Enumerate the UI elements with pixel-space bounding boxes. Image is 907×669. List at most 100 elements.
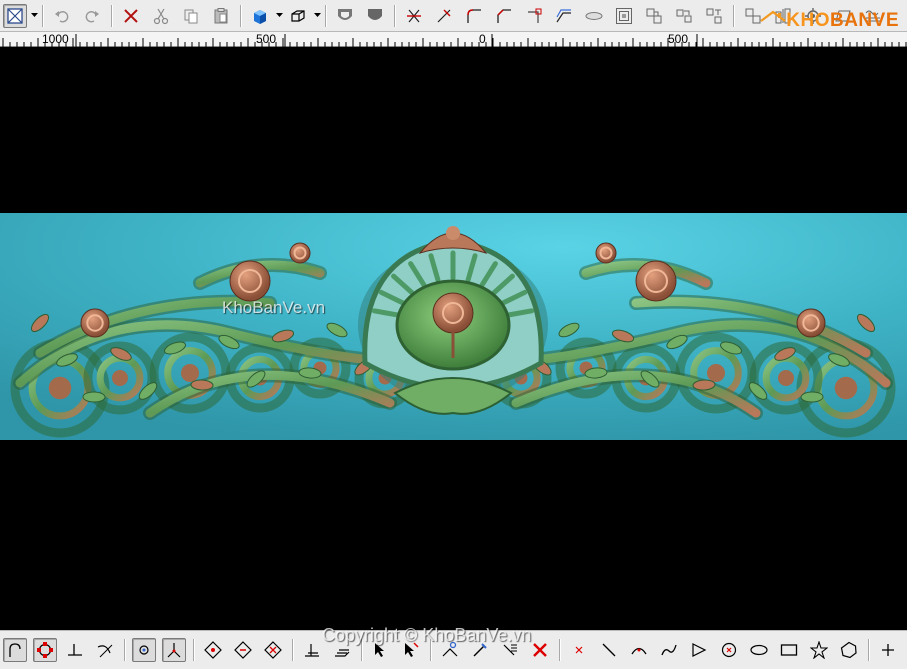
fillet-icon bbox=[467, 8, 481, 23]
chamfer-icon bbox=[497, 8, 511, 23]
toolbar-separator bbox=[733, 4, 734, 27]
trim-button[interactable] bbox=[402, 4, 426, 28]
wireframe-view-button[interactable] bbox=[286, 4, 310, 28]
rectangle-button[interactable] bbox=[777, 638, 801, 662]
diamond-delete-button[interactable] bbox=[261, 638, 285, 662]
circle-center-button[interactable] bbox=[717, 638, 741, 662]
array-icon bbox=[706, 8, 722, 23]
view-dropdown-arrow[interactable] bbox=[30, 6, 38, 26]
ruler-label-1000: 1000 bbox=[42, 32, 69, 46]
point-icon bbox=[575, 646, 583, 654]
line-button[interactable] bbox=[597, 638, 621, 662]
rectangle-icon bbox=[780, 644, 798, 656]
copy-button[interactable] bbox=[179, 4, 203, 28]
perpendicular-button[interactable] bbox=[63, 638, 87, 662]
nested-squares-button[interactable] bbox=[612, 4, 636, 28]
delete-x-icon bbox=[533, 643, 547, 657]
shield-outline-icon bbox=[338, 8, 352, 20]
view-select-button[interactable] bbox=[3, 3, 27, 28]
dropdown-arrow-icon bbox=[313, 13, 321, 17]
wireframe-view-dropdown-arrow[interactable] bbox=[313, 6, 321, 26]
offset-icon bbox=[556, 8, 571, 22]
tangent-icon bbox=[97, 644, 113, 658]
circle-snap-button[interactable] bbox=[33, 638, 57, 662]
point-button[interactable] bbox=[567, 638, 591, 662]
shield-filled-icon bbox=[368, 8, 382, 20]
rose-flower bbox=[229, 260, 271, 302]
arc-snap-button[interactable] bbox=[3, 638, 27, 662]
delete-button[interactable] bbox=[119, 4, 143, 28]
undo-button[interactable] bbox=[50, 4, 74, 28]
ellipse-tool-icon bbox=[750, 644, 768, 656]
delete-x-button[interactable] bbox=[528, 638, 552, 662]
star-button[interactable] bbox=[807, 638, 831, 662]
shield-filled-button[interactable] bbox=[363, 4, 387, 28]
diamond-delete-icon bbox=[264, 641, 282, 659]
shaded-view-dropdown-arrow[interactable] bbox=[275, 6, 283, 26]
cross-button[interactable] bbox=[876, 638, 900, 662]
arc-button[interactable] bbox=[627, 638, 651, 662]
logo-house-icon bbox=[760, 10, 786, 22]
scroll-eye bbox=[181, 364, 199, 382]
ruler-ticks bbox=[2, 34, 907, 47]
horizontal-ruler: 1000 500 0 500 bbox=[0, 32, 907, 47]
triangle-button[interactable] bbox=[687, 638, 711, 662]
perpendicular-icon bbox=[68, 644, 82, 656]
grid-snap-button[interactable] bbox=[132, 638, 156, 662]
toolbar-separator bbox=[394, 4, 395, 27]
top-toolbar: KHOBANVE bbox=[0, 0, 907, 32]
array-button[interactable] bbox=[702, 4, 726, 28]
crest-bud bbox=[446, 226, 460, 240]
ruler-label-500-right: 500 bbox=[668, 32, 689, 46]
rose-flower bbox=[595, 242, 617, 264]
rose-flower bbox=[635, 260, 677, 302]
ellipse-button[interactable] bbox=[582, 4, 606, 28]
ellipse-tool-button[interactable] bbox=[747, 638, 771, 662]
layer-button[interactable] bbox=[300, 638, 324, 662]
extend-icon bbox=[437, 9, 451, 22]
toolbar-separator bbox=[111, 4, 112, 27]
paste-button[interactable] bbox=[209, 4, 233, 28]
diamond-edit-icon bbox=[234, 641, 252, 659]
group-button[interactable] bbox=[642, 4, 666, 28]
relief-model[interactable] bbox=[0, 213, 907, 440]
view-select-icon bbox=[7, 7, 23, 24]
layer-icon bbox=[305, 644, 319, 657]
ungroup-icon bbox=[676, 9, 692, 22]
3d-viewport[interactable]: KhoBanVe.vn bbox=[0, 47, 907, 630]
line-icon bbox=[602, 643, 616, 657]
leaf-blade bbox=[800, 391, 824, 403]
chamfer-button[interactable] bbox=[492, 4, 516, 28]
wireframe-box-icon bbox=[291, 9, 305, 22]
diamond-node-button[interactable] bbox=[201, 638, 225, 662]
fillet-button[interactable] bbox=[462, 4, 486, 28]
offset-button[interactable] bbox=[552, 4, 576, 28]
axis-icon bbox=[167, 643, 181, 658]
scroll-eye bbox=[707, 364, 725, 382]
diamond-edit-button[interactable] bbox=[231, 638, 255, 662]
axis-button[interactable] bbox=[162, 638, 186, 662]
shaded-view-button[interactable] bbox=[248, 4, 272, 28]
toolbar-separator bbox=[559, 639, 560, 661]
arc-snap-icon bbox=[9, 643, 21, 657]
trim-icon bbox=[407, 9, 421, 22]
polyline-button[interactable] bbox=[657, 638, 681, 662]
extend-button[interactable] bbox=[432, 4, 456, 28]
toolbar-separator bbox=[193, 639, 194, 661]
cross-icon bbox=[882, 644, 894, 656]
triangle-icon bbox=[692, 643, 707, 657]
corner-button[interactable] bbox=[522, 4, 546, 28]
cut-button[interactable] bbox=[149, 4, 173, 28]
redo-icon bbox=[85, 10, 99, 22]
footer-watermark: Copyright © KhoBanVe.vn bbox=[322, 625, 532, 645]
viewport-watermark: KhoBanVe.vn bbox=[222, 298, 326, 317]
shield-outline-button[interactable] bbox=[333, 4, 357, 28]
polygon-button[interactable] bbox=[837, 638, 861, 662]
ungroup-button[interactable] bbox=[672, 4, 696, 28]
scroll-eye bbox=[48, 376, 72, 400]
toolbar-separator bbox=[325, 4, 326, 27]
circle-snap-icon bbox=[37, 642, 53, 658]
tangent-button[interactable] bbox=[93, 638, 117, 662]
redo-button[interactable] bbox=[80, 4, 104, 28]
corner-icon bbox=[528, 8, 542, 23]
